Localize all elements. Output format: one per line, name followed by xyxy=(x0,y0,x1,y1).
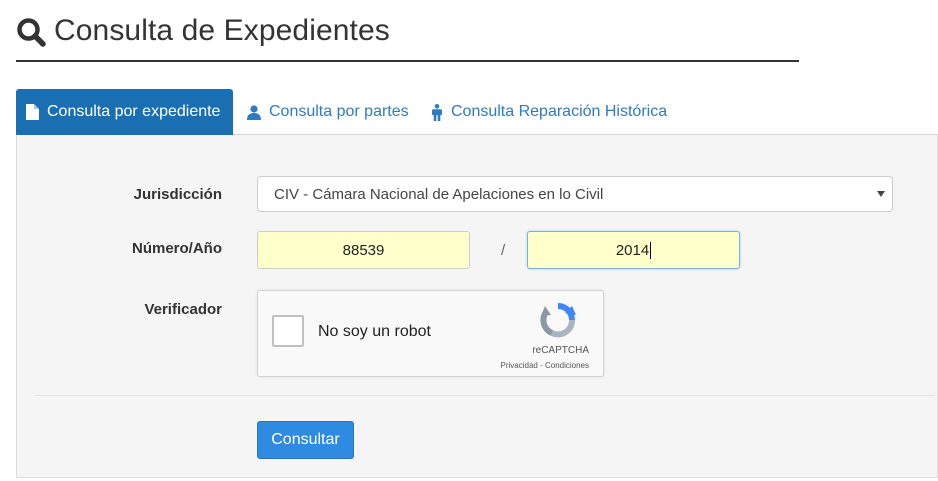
recaptcha-checkbox-label: No soy un robot xyxy=(318,323,431,340)
tab-label: Consulta por expediente xyxy=(47,103,221,120)
tab-label: Consulta Reparación Histórica xyxy=(451,103,668,120)
page-header: Consulta de Expedientes xyxy=(16,12,799,62)
anio-input[interactable]: 2014 xyxy=(527,231,740,269)
jurisdiccion-label: Jurisdicción xyxy=(133,186,222,203)
numero-anio-separator: / xyxy=(501,242,506,259)
jurisdiccion-selected-value: CIV - Cámara Nacional de Apelaciones en … xyxy=(274,185,604,203)
tab-consulta-por-partes[interactable]: Consulta por partes xyxy=(247,89,409,135)
text-cursor xyxy=(650,241,652,259)
consultar-button[interactable]: Consultar xyxy=(257,421,354,459)
search-form-panel: Jurisdicción CIV - Cámara Nacional de Ap… xyxy=(16,135,938,478)
numero-input[interactable]: 88539 xyxy=(257,231,470,269)
tab-consulta-por-expediente[interactable]: Consulta por expediente xyxy=(16,89,233,135)
form-divider xyxy=(35,395,935,396)
recaptcha-logo-icon xyxy=(540,303,576,338)
tab-label: Consulta por partes xyxy=(269,103,409,120)
numero-value: 88539 xyxy=(342,241,385,259)
recaptcha-brand: reCAPTCHA xyxy=(532,345,589,356)
page-title: Consulta de Expedientes xyxy=(54,14,390,47)
jurisdiccion-select[interactable]: CIV - Cámara Nacional de Apelaciones en … xyxy=(257,176,893,212)
search-icon xyxy=(17,18,46,47)
anio-value: 2014 xyxy=(615,241,650,259)
user-icon xyxy=(247,104,261,120)
numero-anio-label: Número/Año xyxy=(132,240,222,257)
person-icon xyxy=(432,103,442,121)
recaptcha-privacy-terms[interactable]: Privacidad - Condiciones xyxy=(501,361,590,370)
recaptcha-widget: No soy un robot reCAPTCHA Privacidad - C… xyxy=(257,290,604,377)
file-icon xyxy=(26,104,39,120)
caret-down-icon xyxy=(877,191,885,197)
recaptcha-checkbox[interactable] xyxy=(272,315,304,347)
tab-consulta-reparacion-historica[interactable]: Consulta Reparación Histórica xyxy=(431,89,667,135)
tab-bar: Consulta por expediente Consulta por par… xyxy=(16,89,938,135)
verificador-label: Verificador xyxy=(144,301,222,318)
